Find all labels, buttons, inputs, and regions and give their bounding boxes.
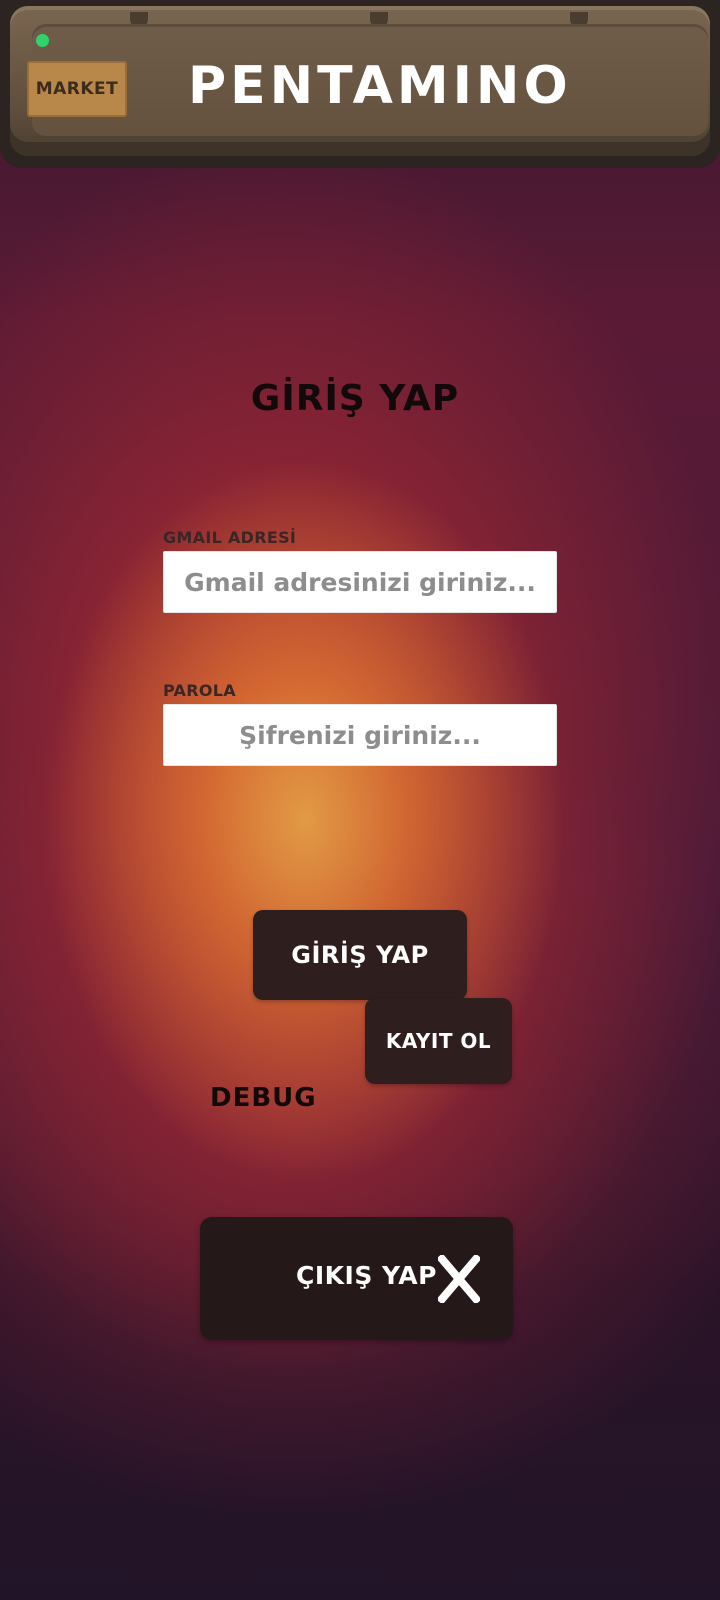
debug-button[interactable]: DEBUG xyxy=(210,1083,317,1113)
login-title: GİRİŞ YAP xyxy=(250,378,460,419)
header-bar: MARKET PENTAMINO xyxy=(0,0,720,168)
password-label: PAROLA xyxy=(163,681,236,700)
market-button[interactable]: MARKET xyxy=(27,61,127,117)
app-title: PENTAMINO xyxy=(188,56,572,116)
logout-button[interactable]: ÇIKIŞ YAP xyxy=(200,1217,513,1340)
email-field[interactable] xyxy=(163,551,557,613)
login-screen: MARKET PENTAMINO GİRİŞ YAP GMAIL ADRESİ … xyxy=(0,0,720,1600)
close-icon xyxy=(438,1255,480,1303)
logout-label: ÇIKIŞ YAP xyxy=(296,1261,437,1290)
register-button[interactable]: KAYIT OL xyxy=(365,998,512,1084)
password-field[interactable] xyxy=(163,704,557,766)
email-label: GMAIL ADRESİ xyxy=(163,528,297,547)
connection-status-indicator xyxy=(36,34,49,47)
login-button[interactable]: GİRİŞ YAP xyxy=(253,910,467,1000)
